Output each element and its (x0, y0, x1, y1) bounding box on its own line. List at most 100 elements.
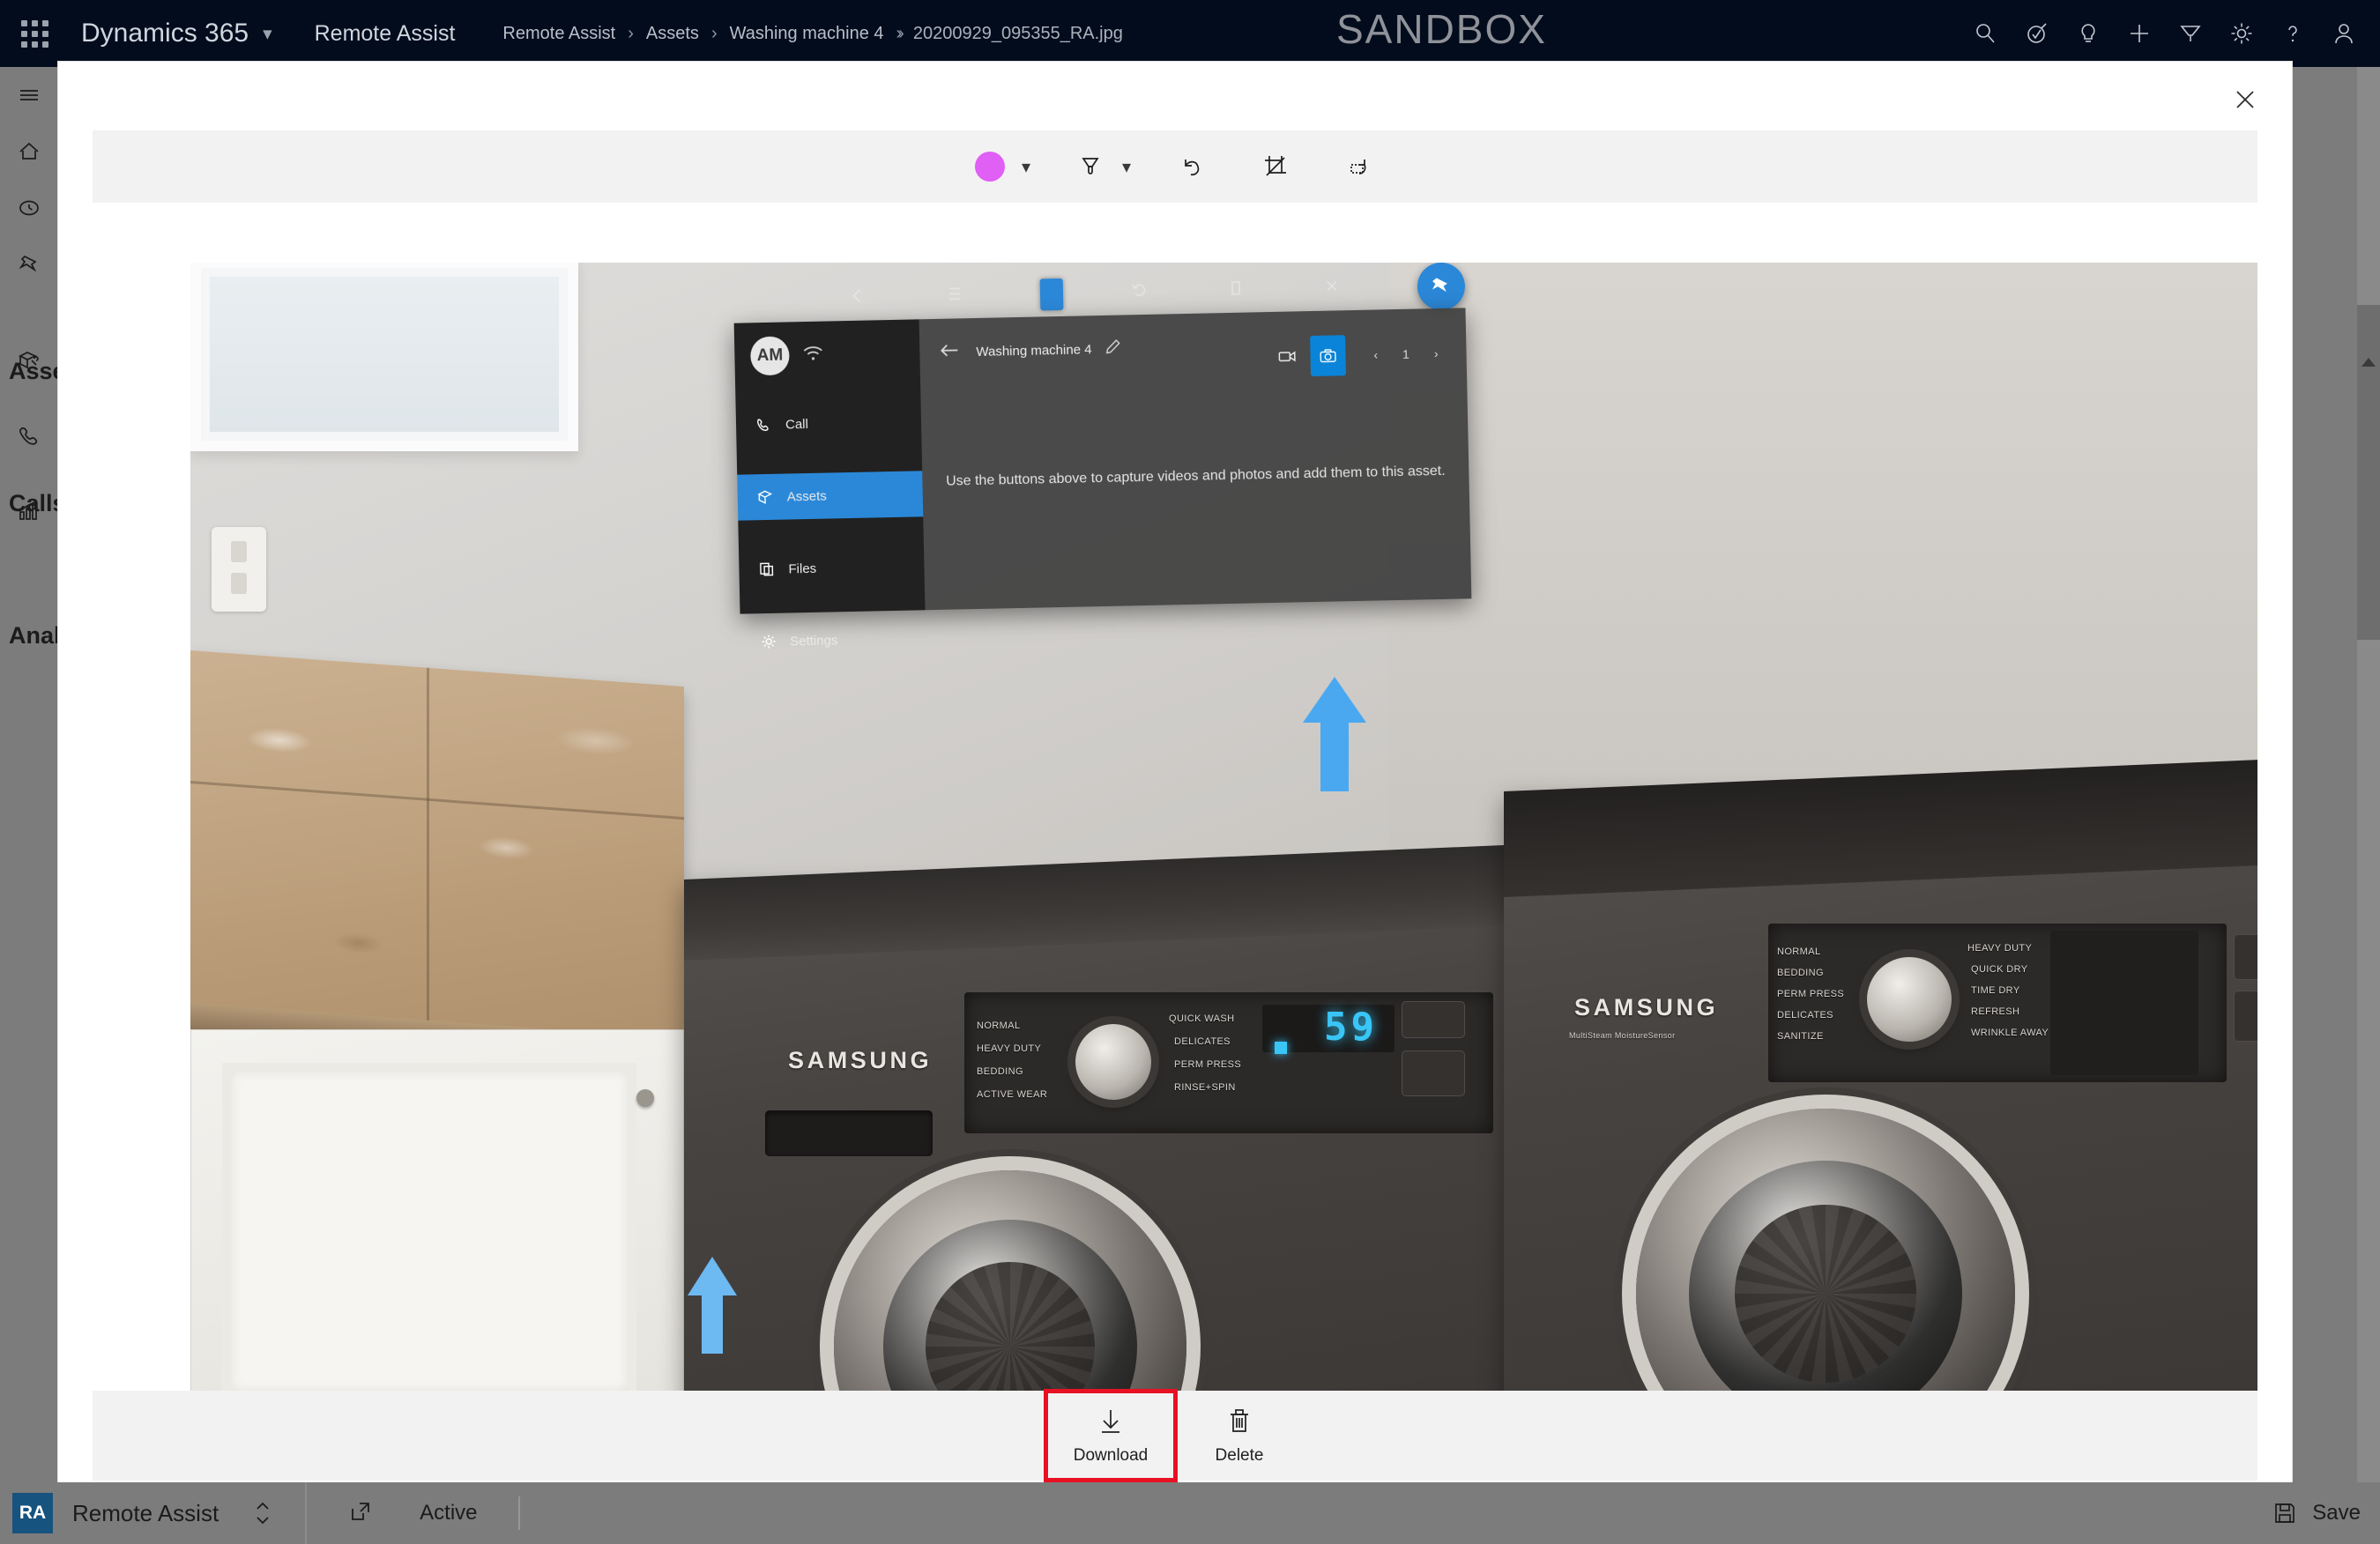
dryer-sub-brand-label: MultiSteam MoistureSensor (1569, 1031, 1676, 1040)
dryer-power-button[interactable] (2234, 934, 2257, 980)
save-button-label: Save (2312, 1501, 2361, 1525)
rail-section-calls: Calls (9, 490, 66, 516)
hololens-window: AM Call Assets Files Settings Washing ma… (733, 308, 1472, 649)
app-name-label[interactable]: Remote Assist (315, 21, 456, 47)
dryer-cycle-2: PERM PRESS (1777, 989, 1845, 999)
pencil-icon[interactable] (1104, 338, 1122, 360)
hololens-page-prev-icon[interactable]: ‹ (1373, 347, 1378, 361)
rotate-button[interactable] (1335, 139, 1385, 194)
washer-cycle-4: QUICK WASH (1169, 1013, 1235, 1024)
washer-cycle-dial[interactable] (1075, 1024, 1151, 1100)
hamburger-icon[interactable] (0, 67, 58, 123)
chevron-down-icon[interactable]: ▾ (263, 23, 272, 45)
hololens-page-next-icon[interactable]: › (1434, 346, 1439, 360)
hololens-scale-icon[interactable] (1225, 277, 1256, 304)
dryer-cycle-3: DELICATES (1777, 1010, 1833, 1021)
hololens-active-tile-icon[interactable] (1039, 278, 1064, 311)
hololens-close-icon[interactable] (1321, 275, 1352, 302)
washer-start-pause-button[interactable] (1402, 1050, 1465, 1096)
wall-outlet (212, 527, 266, 612)
dryer-start-pause-button[interactable] (2234, 991, 2257, 1042)
pen-tool-button[interactable] (1066, 139, 1115, 194)
hololens-asset-title: Washing machine 4 (976, 341, 1092, 360)
app-launcher-waffle-icon[interactable] (7, 19, 62, 48)
hololens-user-block: AM (734, 319, 920, 376)
sidebar-item-home[interactable] (0, 123, 58, 180)
download-button[interactable]: Download (1044, 1389, 1178, 1482)
undo-button[interactable] (1166, 139, 1216, 194)
hololens-adjust-icon[interactable] (944, 283, 975, 310)
page-scrollbar-thumb[interactable] (2357, 305, 2380, 640)
crop-button[interactable] (1251, 139, 1300, 194)
avatar: AM (749, 336, 790, 376)
breadcrumb-item-1[interactable]: Assets (646, 24, 699, 44)
page-scrollbar-track[interactable] (2357, 67, 2380, 1482)
granite-countertop (190, 650, 684, 1066)
arrow-annotation-door-seal (684, 1257, 740, 1354)
dryer-control-panel: NORMAL BEDDING PERM PRESS DELICATES SANI… (1768, 924, 2227, 1082)
breadcrumb-item-3: 20200929_095355_RA.jpg (912, 23, 1123, 43)
app-switcher-chevrons-icon[interactable] (250, 1499, 275, 1527)
sidebar-item-recent[interactable] (0, 180, 58, 236)
samsung-washer: SAMSUNG NORMAL HEAVY DUTY BEDDING ACTIVE… (684, 845, 1504, 1452)
check-task-icon[interactable] (2012, 0, 2063, 67)
pen-tool-chevron-down-icon[interactable]: ▾ (1122, 156, 1131, 178)
hololens-back-arrow-icon[interactable] (939, 342, 960, 362)
delete-button[interactable]: Delete (1175, 1392, 1304, 1480)
room-window (190, 263, 578, 451)
plus-icon[interactable] (2114, 0, 2165, 67)
status-app-name: Remote Assist (72, 1499, 219, 1526)
search-icon[interactable] (1960, 0, 2012, 67)
download-icon (1102, 1410, 1119, 1433)
help-icon[interactable] (2267, 0, 2318, 67)
gear-icon[interactable] (2216, 0, 2267, 67)
wifi-icon (801, 343, 825, 367)
breadcrumb-item-2[interactable]: Washing machine 4 (730, 24, 884, 44)
hololens-sidebar: AM Call Assets Files Settings (733, 319, 926, 649)
washer-cycle-7: RINSE+SPIN (1174, 1082, 1236, 1093)
hololens-back-icon[interactable] (848, 285, 879, 312)
dryer-cycle-7: TIME DRY (1971, 985, 2020, 996)
washer-power-button[interactable] (1402, 1001, 1465, 1038)
user-account-icon[interactable] (2318, 0, 2369, 67)
hololens-nav-item-files[interactable]: Files (739, 543, 925, 592)
hololens-nav-item-call[interactable]: Call (736, 398, 922, 448)
dryer-cycle-dial[interactable] (1867, 957, 1952, 1042)
close-icon[interactable] (2221, 79, 2269, 120)
hololens-nav-label-settings: Settings (790, 632, 838, 649)
dryer-cycle-9: WRINKLE AWAY (1971, 1028, 2049, 1038)
sidebar-item-pinned[interactable] (0, 236, 58, 293)
dryer-cycle-5: HEAVY DUTY (1967, 943, 2033, 954)
video-camera-icon[interactable] (1271, 340, 1304, 373)
photo-capture-icon[interactable] (1309, 335, 1346, 377)
sandbox-watermark: SANDBOX (1336, 6, 1547, 52)
filter-icon[interactable] (2165, 0, 2216, 67)
breadcrumb-item-0[interactable]: Remote Assist (502, 24, 615, 44)
ink-color-chevron-down-icon[interactable]: ▾ (1022, 156, 1030, 178)
sidebar-item-calls[interactable] (0, 407, 58, 464)
lightbulb-icon[interactable] (2063, 0, 2114, 67)
dryer-cycle-8: REFRESH (1971, 1006, 2020, 1017)
photo-canvas[interactable]: SAMSUNG NORMAL HEAVY DUTY BEDDING ACTIVE… (190, 263, 2257, 1452)
status-badge: Active (420, 1501, 478, 1525)
scroll-up-arrow-icon[interactable] (2361, 358, 2376, 367)
ink-color-button[interactable] (965, 139, 1015, 194)
asset-photo: SAMSUNG NORMAL HEAVY DUTY BEDDING ACTIVE… (190, 263, 2257, 1452)
hololens-nav-label-assets: Assets (786, 488, 827, 505)
app-root: Dynamics 365 ▾ Remote Assist Remote Assi… (0, 0, 2380, 1544)
pin-icon[interactable] (1417, 263, 1466, 311)
save-button[interactable]: Save (2272, 1500, 2361, 1526)
popout-icon[interactable] (347, 1498, 374, 1529)
top-navigation-bar: Dynamics 365 ▾ Remote Assist Remote Assi… (0, 0, 2380, 67)
dryer-option-pad[interactable] (2050, 931, 2198, 1075)
cabinet-knob (636, 1089, 654, 1107)
hololens-nav-item-settings[interactable]: Settings (740, 615, 926, 664)
hololens-content: Washing machine 4 ‹ 1 › Use the buttons … (919, 308, 1472, 610)
hololens-nav-item-assets[interactable]: Assets (737, 471, 924, 521)
brand-title[interactable]: Dynamics 365 (81, 19, 249, 48)
washer-cycle-0: NORMAL (977, 1021, 1021, 1031)
washer-cycle-3: ACTIVE WEAR (977, 1089, 1048, 1100)
dryer-cycle-1: BEDDING (1777, 968, 1824, 978)
hololens-toolbar: Washing machine 4 ‹ 1 › (919, 320, 1467, 377)
hololens-rotate-icon[interactable] (1129, 279, 1160, 307)
